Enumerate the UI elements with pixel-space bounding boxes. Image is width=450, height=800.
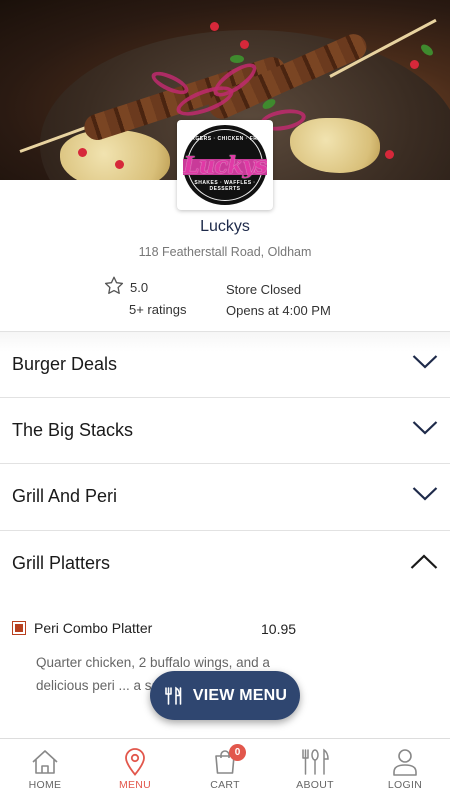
chevron-down-icon [412,421,438,435]
nav-menu[interactable]: MENU [90,739,180,800]
category-label: Burger Deals [12,354,118,374]
rating-value: 5.0 [130,280,149,295]
menu-item[interactable]: Peri Combo Platter 10.95 [12,619,312,639]
store-logo: BURGERS · CHICKEN · FRIES Luckys SHAKES … [177,120,273,210]
store-address: 118 Featherstall Road, Oldham [138,245,312,259]
store-status: Store Closed Opens at 4:00 PM [226,279,331,321]
nav-label: ABOUT [296,779,334,791]
category-grill-platters[interactable]: Grill Platters [0,530,450,597]
cutlery-icon [302,748,329,775]
category-label: Grill Platters [12,553,111,573]
category-grill-and-peri[interactable]: Grill And Peri [0,463,450,530]
map-pin-icon [125,748,145,776]
star-icon [104,276,124,295]
logo-bottom-text: SHAKES · WAFFLES · DESSERTS [194,180,256,192]
chevron-down-icon [412,487,438,501]
bottom-navigation: HOME MENU 0 CART ABOUT LOGIN [0,738,450,800]
store-name: Luckys [200,218,250,235]
view-menu-button[interactable]: VIEW MENU [150,671,300,720]
nav-label: HOME [28,779,62,791]
home-icon [32,750,58,774]
nav-label: LOGIN [387,779,423,791]
item-price: 10.95 [261,621,297,637]
chevron-up-icon [410,554,438,569]
nav-about[interactable]: ABOUT [270,739,360,800]
category-the-big-stacks[interactable]: The Big Stacks [0,397,450,464]
logo-top-text: BURGERS · CHICKEN · FRIES [183,136,267,142]
chevron-down-icon [412,355,438,369]
item-name: Peri Combo Platter [34,620,153,636]
nav-label: MENU [118,779,152,791]
nav-cart[interactable]: 0 CART [180,739,270,800]
category-label: The Big Stacks [12,420,134,440]
view-menu-label: VIEW MENU [192,686,288,704]
store-opening-time: Opens at 4:00 PM [226,303,331,318]
cart-count-badge: 0 [229,744,246,761]
cutlery-icon [165,686,182,705]
category-label: Grill And Peri [12,486,118,506]
logo-badge: BURGERS · CHICKEN · FRIES Luckys SHAKES … [183,125,268,205]
nav-label: CART [210,779,240,791]
user-icon [393,749,417,776]
non-veg-indicator-icon [12,621,26,635]
category-burger-deals[interactable]: Burger Deals [0,331,450,398]
store-status-text: Store Closed [226,282,302,297]
nav-home[interactable]: HOME [0,739,90,800]
nav-login[interactable]: LOGIN [360,739,450,800]
rating-count: 5+ ratings [129,302,187,317]
logo-wordmark: Luckys [183,151,267,179]
